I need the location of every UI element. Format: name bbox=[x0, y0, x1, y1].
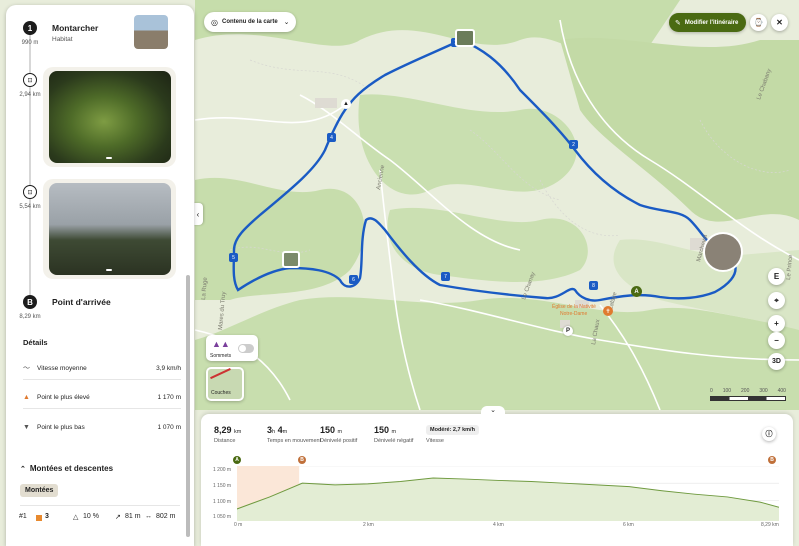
parking-icon[interactable]: P bbox=[563, 326, 573, 336]
route-marker-2[interactable]: 2 bbox=[569, 140, 578, 149]
locate-icon[interactable]: ⌖ bbox=[768, 292, 785, 309]
summits-toggle[interactable]: ▲▲ Sommets bbox=[206, 335, 258, 361]
svg-text:Notre-Dame: Notre-Dame bbox=[560, 311, 587, 317]
elevation-chart[interactable] bbox=[237, 466, 779, 521]
chevron-up-icon: ⌃ bbox=[20, 465, 26, 473]
layers-button[interactable]: Couches bbox=[206, 367, 244, 401]
forest-photo[interactable] bbox=[49, 71, 171, 163]
detail-row: ▲ Point le plus élevé 1 170 m bbox=[23, 386, 181, 409]
length-icon: ↔ bbox=[145, 513, 152, 520]
stat-descent: 150 m Dénivelé négatif bbox=[374, 425, 414, 444]
stop-distance: 8,29 km bbox=[19, 314, 41, 320]
detail-row: ▼ Point le plus bas 1 070 m bbox=[23, 423, 181, 431]
photo-cluster[interactable] bbox=[703, 232, 743, 272]
grade-icon: △ bbox=[73, 514, 79, 521]
stop-thumbnail[interactable] bbox=[134, 15, 168, 49]
edit-route-button[interactable]: ✎ Modifier l'itinéraire bbox=[669, 13, 746, 32]
photo-pin[interactable] bbox=[455, 29, 475, 47]
profile-marker-b[interactable]: B bbox=[298, 456, 306, 464]
panel-scrollbar[interactable] bbox=[186, 275, 190, 537]
stat-moving-time: 3h 4m Temps en mouvement bbox=[267, 425, 322, 444]
watch-icon[interactable]: ⌚ bbox=[750, 14, 767, 31]
toggle-switch[interactable] bbox=[238, 344, 254, 353]
map-content-button[interactable]: ◎ Contenu de la carte ⌄ bbox=[204, 12, 296, 32]
layers-icon bbox=[210, 368, 236, 390]
photo-badge-icon: ⊡ bbox=[23, 73, 37, 87]
climb-row[interactable]: #1 3 △ 10 % ↗ 81 m ↔ 802 m bbox=[19, 513, 179, 525]
photo-pin[interactable] bbox=[282, 251, 300, 268]
sky-photo[interactable] bbox=[49, 183, 171, 275]
stat-distance: 8,29 km Distance bbox=[214, 425, 242, 444]
detail-row: 〜 Vitesse moyenne 3,9 km/h bbox=[23, 357, 181, 380]
stop-title[interactable]: Point d'arrivée bbox=[52, 297, 111, 307]
map-pin-icon: ◎ bbox=[211, 17, 218, 27]
mountain-icon: ▲▲ bbox=[212, 339, 230, 349]
level-square-icon bbox=[36, 515, 42, 521]
up-triangle-icon: ▲ bbox=[23, 393, 30, 401]
zoom-out-button[interactable]: − bbox=[768, 332, 785, 349]
pencil-icon: ✎ bbox=[675, 19, 681, 27]
stop-subtitle: Habitat bbox=[52, 36, 73, 43]
stop-badge-b: B bbox=[23, 295, 37, 309]
compass-button[interactable]: E bbox=[768, 268, 785, 285]
profile-marker-a[interactable]: A bbox=[233, 456, 241, 464]
chevron-down-icon: ⌄ bbox=[283, 19, 290, 26]
speed-icon: 〜 bbox=[23, 365, 30, 372]
stat-speed[interactable]: Modéré: 2,7 km/h Vitesse bbox=[426, 425, 479, 444]
start-marker-a[interactable]: A bbox=[631, 286, 642, 297]
summit-icon[interactable]: ▲ bbox=[341, 99, 351, 109]
close-icon[interactable]: ✕ bbox=[771, 14, 788, 31]
3d-button[interactable]: 3D bbox=[768, 353, 785, 370]
svg-text:Église de la Nativité: Église de la Nativité bbox=[552, 303, 596, 310]
collapse-panel-button[interactable]: ‹ bbox=[193, 203, 203, 225]
climbs-heading[interactable]: ⌃ Montées et descentes bbox=[20, 464, 113, 473]
climbs-chip[interactable]: Montées bbox=[20, 484, 59, 497]
timeline-rail bbox=[29, 25, 31, 295]
collapse-profile-button[interactable]: ⌄ bbox=[481, 406, 505, 417]
details-heading: Détails bbox=[23, 338, 48, 347]
route-marker-4[interactable]: 4 bbox=[327, 133, 336, 142]
scale-bar: 0 100 200 300 400 bbox=[710, 388, 786, 401]
route-marker-8[interactable]: 8 bbox=[589, 281, 598, 290]
stat-ascent: 150 m Dénivelé positif bbox=[320, 425, 358, 444]
carousel-indicator bbox=[106, 157, 112, 159]
route-marker-6[interactable]: 6 bbox=[349, 275, 358, 284]
stop-distance: 990 m bbox=[21, 40, 39, 46]
profile-marker-b-end[interactable]: B bbox=[768, 456, 776, 464]
carousel-indicator bbox=[106, 269, 112, 271]
photo-badge-icon: ⊡ bbox=[23, 185, 37, 199]
info-icon[interactable]: ⓘ bbox=[762, 427, 776, 441]
down-triangle-icon: ▼ bbox=[23, 423, 30, 431]
itinerary-panel: 1 990 m Montarcher Habitat ⊡ 2,94 km ⊡ 5… bbox=[6, 5, 194, 546]
gain-arrow-icon: ↗ bbox=[115, 514, 121, 521]
stop-badge-1: 1 bbox=[23, 21, 37, 35]
route-marker-7[interactable]: 7 bbox=[441, 272, 450, 281]
route-marker-5[interactable]: 5 bbox=[229, 253, 238, 262]
zoom-in-button[interactable]: + bbox=[768, 315, 785, 332]
stop-title[interactable]: Montarcher bbox=[52, 23, 98, 33]
elevation-panel: ⌄ 8,29 km Distance 3h 4m Temps en mouvem… bbox=[201, 406, 793, 546]
poi-church-icon[interactable]: ✝ bbox=[603, 306, 613, 316]
